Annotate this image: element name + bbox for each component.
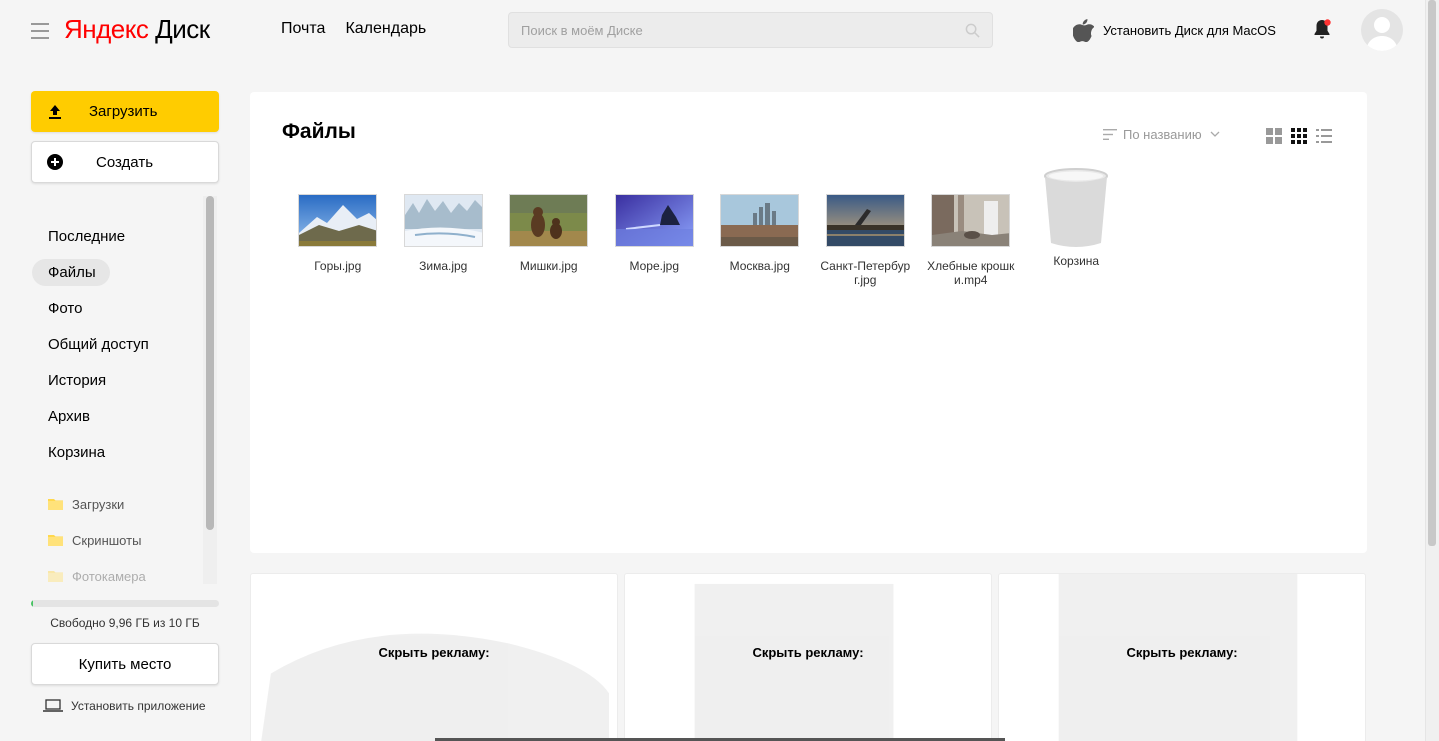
logo-yandex: Яндекс xyxy=(64,14,149,44)
sort-label: По названию xyxy=(1123,127,1202,142)
sidebar-scrollbar[interactable] xyxy=(206,196,214,530)
file-item[interactable]: Море.jpg xyxy=(602,167,708,287)
file-item[interactable]: Мишки.jpg xyxy=(496,167,602,287)
buy-space-button[interactable]: Купить место xyxy=(31,643,219,685)
sidebar-item-label: Последние xyxy=(48,227,126,245)
sidebar-item-label: Фото xyxy=(48,299,83,317)
sidebar-item-label: Корзина xyxy=(48,443,106,461)
hide-ad-button[interactable]: Скрыть рекламу: xyxy=(251,645,617,660)
sort-dropdown[interactable]: По названию xyxy=(1103,127,1220,142)
file-item[interactable]: Москва.jpg xyxy=(707,167,813,287)
search-icon[interactable] xyxy=(965,23,980,38)
large-tiles-icon[interactable] xyxy=(1266,128,1282,144)
plus-circle-icon xyxy=(47,154,63,170)
file-name: Зима.jpg xyxy=(419,259,468,273)
upload-button[interactable]: Загрузить xyxy=(31,91,219,132)
trash-icon xyxy=(1042,167,1110,249)
thumbnail-bears xyxy=(509,194,589,247)
create-button[interactable]: Создать xyxy=(31,141,219,183)
sidebar-item-photo[interactable]: Фото xyxy=(32,290,202,326)
sidebar-item-label: Архив xyxy=(48,407,91,425)
logo-disk: Диск xyxy=(155,14,210,44)
thumbnail-mountains xyxy=(298,194,378,247)
sidebar-item-label: Файлы xyxy=(32,258,110,286)
logo[interactable]: Яндекс Диск xyxy=(64,14,210,45)
install-mac-label: Установить Диск для MacOS xyxy=(1103,23,1276,38)
sidebar-item-history[interactable]: История xyxy=(32,362,202,398)
apple-icon xyxy=(1073,19,1094,42)
folder-icon xyxy=(48,499,63,510)
upload-icon xyxy=(49,104,61,119)
chevron-down-icon xyxy=(1210,131,1220,137)
install-app-link[interactable]: Установить приложение xyxy=(43,699,206,713)
ad-block: Скрыть рекламу: xyxy=(624,573,992,741)
thumbnail-moscow xyxy=(720,194,800,247)
folder-icon xyxy=(48,571,63,582)
quota-fill xyxy=(31,600,33,607)
header: Яндекс Диск Почта Календарь Установить Д… xyxy=(0,0,1428,60)
install-mac-link[interactable]: Установить Диск для MacOS xyxy=(1073,19,1276,42)
sidebar-item-archive[interactable]: Архив xyxy=(32,398,202,434)
sidebar-nav: Последние Файлы Фото Общий доступ Истори… xyxy=(32,218,202,470)
view-switcher xyxy=(1266,128,1332,144)
avatar[interactable] xyxy=(1361,9,1403,51)
file-item[interactable]: Горы.jpg xyxy=(285,167,391,287)
install-app-label: Установить приложение xyxy=(71,699,206,713)
sidebar-item-files[interactable]: Файлы xyxy=(32,254,202,290)
files-panel: Файлы По названию Горы.jpg Зима.jpg Мишк… xyxy=(250,92,1367,553)
sidebar-item-label: Общий доступ xyxy=(48,335,149,353)
search-box xyxy=(508,12,993,48)
trash-item[interactable]: Корзина xyxy=(1024,167,1130,287)
search-input[interactable] xyxy=(509,13,992,47)
bell-icon[interactable] xyxy=(1312,18,1332,40)
quota-text: Свободно 9,96 ГБ из 10 ГБ xyxy=(50,616,200,630)
page-scrollbar[interactable] xyxy=(1428,0,1436,546)
sidebar-folders: Загрузки Скриншоты Фотокамера xyxy=(48,486,208,594)
menu-icon[interactable] xyxy=(31,23,49,39)
file-item[interactable]: Зима.jpg xyxy=(391,167,497,287)
thumbnail-winter xyxy=(403,194,483,247)
create-label: Создать xyxy=(96,153,154,171)
nav-calendar-link[interactable]: Календарь xyxy=(345,20,426,38)
folder-label: Загрузки xyxy=(72,496,125,512)
file-item[interactable]: Хлебные крошки.mp4 xyxy=(918,167,1024,287)
list-view-icon[interactable] xyxy=(1316,128,1332,144)
thumbnail-spb xyxy=(825,194,905,247)
file-name: Москва.jpg xyxy=(729,259,790,273)
file-grid: Горы.jpg Зима.jpg Мишки.jpg Море.jpg Мос… xyxy=(285,167,1129,287)
nav-mail-link[interactable]: Почта xyxy=(281,20,325,38)
page-title: Файлы xyxy=(282,120,356,143)
folder-icon xyxy=(48,535,63,546)
folder-label: Скриншоты xyxy=(72,532,142,548)
sidebar-item-shared[interactable]: Общий доступ xyxy=(32,326,202,362)
folder-label: Фотокамера xyxy=(72,568,146,584)
file-name: Мишки.jpg xyxy=(519,259,578,273)
sidebar-item-trash[interactable]: Корзина xyxy=(32,434,202,470)
sidebar-item-label: История xyxy=(48,371,107,389)
file-name: Горы.jpg xyxy=(314,259,362,273)
file-item[interactable]: Санкт-Петербург.jpg xyxy=(813,167,919,287)
hide-ad-button[interactable]: Скрыть рекламу: xyxy=(625,645,991,660)
small-tiles-icon[interactable] xyxy=(1291,128,1307,144)
file-name: Море.jpg xyxy=(629,259,680,273)
folder-screenshots[interactable]: Скриншоты xyxy=(48,522,208,558)
file-name: Хлебные крошки.mp4 xyxy=(927,259,1015,287)
top-nav: Почта Календарь xyxy=(281,20,426,38)
thumbnail-sea xyxy=(614,194,694,247)
sidebar-item-recent[interactable]: Последние xyxy=(32,218,202,254)
quota-bar xyxy=(31,600,219,607)
upload-label: Загрузить xyxy=(89,103,158,120)
folder-downloads[interactable]: Загрузки xyxy=(48,486,208,522)
ad-block: Скрыть рекламу: xyxy=(998,573,1366,741)
file-name: Корзина xyxy=(1053,254,1100,268)
hide-ad-button[interactable]: Скрыть рекламу: xyxy=(999,645,1365,660)
thumbnail-video xyxy=(931,194,1011,247)
file-name: Санкт-Петербург.jpg xyxy=(820,259,911,287)
folder-camera[interactable]: Фотокамера xyxy=(48,558,208,594)
laptop-icon xyxy=(43,699,63,712)
sort-icon xyxy=(1103,129,1117,140)
ad-block: Скрыть рекламу: xyxy=(250,573,618,741)
